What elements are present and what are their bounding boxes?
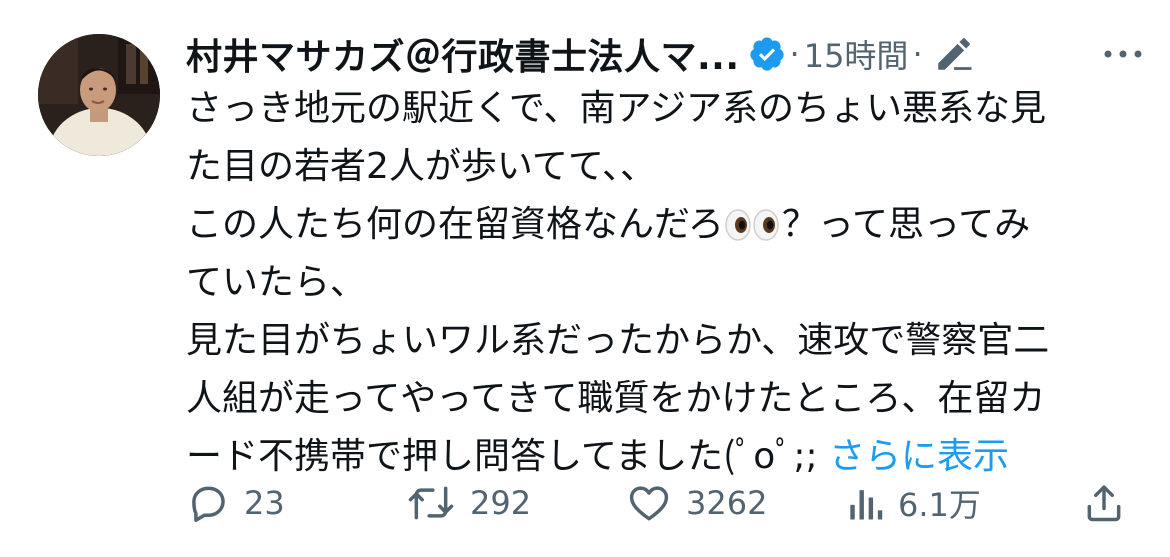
reply-count: 23 [244, 484, 285, 522]
tweet-timestamp[interactable]: 15時間 [804, 31, 909, 77]
verified-badge-icon[interactable] [748, 35, 786, 73]
tweet-line-part: ？って思ってみ [781, 204, 1031, 245]
tweet-actions: 23 292 3262 6.1万 [186, 478, 1126, 528]
author-display-name[interactable]: 村井マサカズ＠行政書士法人マ... [186, 28, 740, 80]
views-chart-icon [850, 490, 883, 520]
tweet-line-part: この人たち何の在留資格なんだろ [186, 204, 724, 245]
share-button[interactable] [1082, 478, 1126, 528]
heart-icon [629, 486, 669, 521]
tweet-line-with-emoji: この人たち何の在留資格なんだろ ？って思ってみ [186, 196, 1126, 254]
like-button[interactable]: 3262 [626, 478, 767, 528]
retweet-icon [408, 486, 454, 520]
eyes-emoji-icon [724, 202, 782, 241]
view-count: 6.1万 [898, 486, 981, 524]
retweet-button[interactable]: 292 [406, 478, 531, 528]
share-icon [1087, 485, 1121, 522]
header-separator: · [789, 35, 800, 73]
tweet-line: 見た目がちょいワル系だったからか、速攻で警察官二 [186, 320, 1050, 361]
reply-button[interactable]: 23 [186, 478, 285, 528]
author-avatar[interactable] [38, 34, 160, 156]
tweet-line: た目の若者2人が歩いてて、、 [186, 146, 657, 187]
more-dots-icon[interactable] [1100, 34, 1146, 74]
views-button[interactable]: 6.1万 [846, 478, 981, 528]
reply-bubble-icon [192, 486, 225, 522]
tweet-line: 人組が走ってやってきて職質をかけたところ、在留カ [186, 378, 1046, 419]
header-separator-2: · [912, 35, 923, 73]
tweet-body: さっき地元の駅近くで、南アジア系のちょい悪系な見 た目の若者2人が歩いてて、、 … [186, 80, 1126, 486]
show-more-link[interactable]: さらに表示 [829, 436, 1009, 477]
tweet-line: ていたら、 [186, 262, 367, 303]
like-count: 3262 [686, 484, 768, 522]
tweet-line: さっき地元の駅近くで、南アジア系のちょい悪系な見 [186, 88, 1047, 129]
tweet-header: 村井マサカズ＠行政書士法人マ... · 15時間 · [186, 26, 1146, 82]
edit-pencil-icon[interactable] [933, 33, 975, 75]
retweet-count: 292 [470, 484, 532, 522]
tweet-line-part: ード不携帯で押し問答してました(ﾟoﾟ;; [186, 436, 830, 477]
